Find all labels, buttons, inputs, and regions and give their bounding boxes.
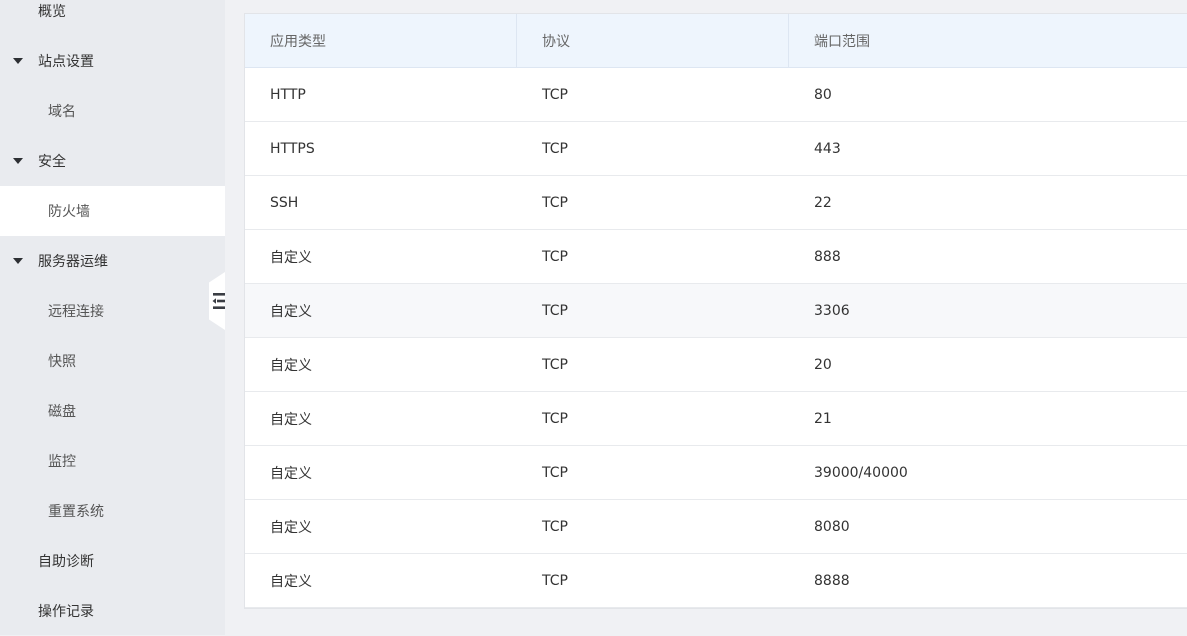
table-row: 自定义 TCP 888 — [245, 230, 1187, 284]
sidebar-item-domain[interactable]: 域名 — [0, 86, 225, 136]
collapse-menu-icon — [212, 293, 225, 309]
cell-protocol: TCP — [542, 140, 568, 157]
sidebar-item-label: 概览 — [38, 4, 66, 20]
sidebar-item-label: 远程连接 — [48, 304, 104, 320]
main-content: 应用类型 协议 端口范围 HTTP TCP 80 HTTPS TCP 443 S… — [225, 0, 1187, 635]
sidebar-item-server-ops[interactable]: 服务器运维 — [0, 236, 225, 286]
cell-protocol: TCP — [542, 356, 568, 373]
table-row: SSH TCP 22 — [245, 176, 1187, 230]
table-row: 自定义 TCP 39000/40000 — [245, 446, 1187, 500]
sidebar-item-reset-system[interactable]: 重置系统 — [0, 486, 225, 536]
cell-port-range: 20 — [814, 356, 832, 373]
table-row: HTTPS TCP 443 — [245, 122, 1187, 176]
cell-app-type: 自定义 — [270, 519, 312, 536]
caret-down-icon — [13, 158, 23, 164]
table-row: 自定义 TCP 8888 — [245, 554, 1187, 608]
cell-port-range: 22 — [814, 194, 832, 211]
cell-app-type: HTTP — [270, 86, 306, 103]
firewall-rules-table: 应用类型 协议 端口范围 HTTP TCP 80 HTTPS TCP 443 S… — [244, 13, 1187, 609]
column-header-port-range: 端口范围 — [814, 33, 870, 50]
cell-app-type: HTTPS — [270, 140, 315, 157]
table-row: 自定义 TCP 3306 — [245, 284, 1187, 338]
sidebar-item-snapshot[interactable]: 快照 — [0, 336, 225, 386]
cell-app-type: 自定义 — [270, 573, 312, 590]
cell-port-range: 8888 — [814, 572, 850, 589]
sidebar-item-label: 服务器运维 — [38, 254, 108, 270]
cell-port-range: 39000/40000 — [814, 464, 908, 481]
cell-app-type: 自定义 — [270, 465, 312, 482]
cell-port-range: 21 — [814, 410, 832, 427]
cell-app-type: SSH — [270, 194, 299, 211]
cell-protocol: TCP — [542, 518, 568, 535]
sidebar-item-label: 磁盘 — [48, 404, 76, 420]
sidebar-item-monitor[interactable]: 监控 — [0, 436, 225, 486]
cell-port-range: 80 — [814, 86, 832, 103]
sidebar-item-label: 操作记录 — [38, 604, 94, 620]
table-header: 应用类型 协议 端口范围 — [245, 14, 1187, 68]
cell-app-type: 自定义 — [270, 249, 312, 266]
cell-protocol: TCP — [542, 410, 568, 427]
sidebar-item-label: 快照 — [48, 354, 76, 370]
cell-port-range: 888 — [814, 248, 841, 265]
cell-protocol: TCP — [542, 464, 568, 481]
sidebar-item-site-settings[interactable]: 站点设置 — [0, 36, 225, 86]
caret-down-icon — [13, 258, 23, 264]
cell-protocol: TCP — [542, 572, 568, 589]
cell-protocol: TCP — [542, 194, 568, 211]
sidebar-item-disk[interactable]: 磁盘 — [0, 386, 225, 436]
sidebar-item-security[interactable]: 安全 — [0, 136, 225, 186]
cell-protocol: TCP — [542, 302, 568, 319]
sidebar-item-overview[interactable]: 概览 — [0, 0, 225, 36]
table-row: HTTP TCP 80 — [245, 68, 1187, 122]
table-row: 自定义 TCP 21 — [245, 392, 1187, 446]
sidebar: 概览 站点设置 域名 安全 防火墙 服务器运维 远程连接 快照 磁盘 监控 重置… — [0, 0, 225, 635]
cell-app-type: 自定义 — [270, 357, 312, 374]
cell-port-range: 8080 — [814, 518, 850, 535]
caret-down-icon — [13, 58, 23, 64]
cell-protocol: TCP — [542, 86, 568, 103]
cell-app-type: 自定义 — [270, 411, 312, 428]
sidebar-item-label: 站点设置 — [38, 54, 94, 70]
sidebar-item-label: 安全 — [38, 154, 66, 170]
sidebar-item-label: 重置系统 — [48, 504, 104, 520]
sidebar-item-firewall[interactable]: 防火墙 — [0, 186, 225, 236]
cell-port-range: 3306 — [814, 302, 850, 319]
cell-app-type: 自定义 — [270, 303, 312, 320]
sidebar-item-label: 域名 — [48, 104, 76, 120]
cell-protocol: TCP — [542, 248, 568, 265]
table-row: 自定义 TCP 20 — [245, 338, 1187, 392]
sidebar-item-label: 监控 — [48, 454, 76, 470]
column-header-app-type: 应用类型 — [245, 14, 517, 67]
sidebar-item-label: 自助诊断 — [38, 554, 94, 570]
cell-port-range: 443 — [814, 140, 841, 157]
table-row: 自定义 TCP 8080 — [245, 500, 1187, 554]
sidebar-item-operation-log[interactable]: 操作记录 — [0, 586, 225, 636]
sidebar-item-label: 防火墙 — [48, 204, 90, 220]
sidebar-item-self-diagnosis[interactable]: 自助诊断 — [0, 536, 225, 586]
column-header-protocol: 协议 — [517, 14, 789, 67]
sidebar-item-remote-connect[interactable]: 远程连接 — [0, 286, 225, 336]
